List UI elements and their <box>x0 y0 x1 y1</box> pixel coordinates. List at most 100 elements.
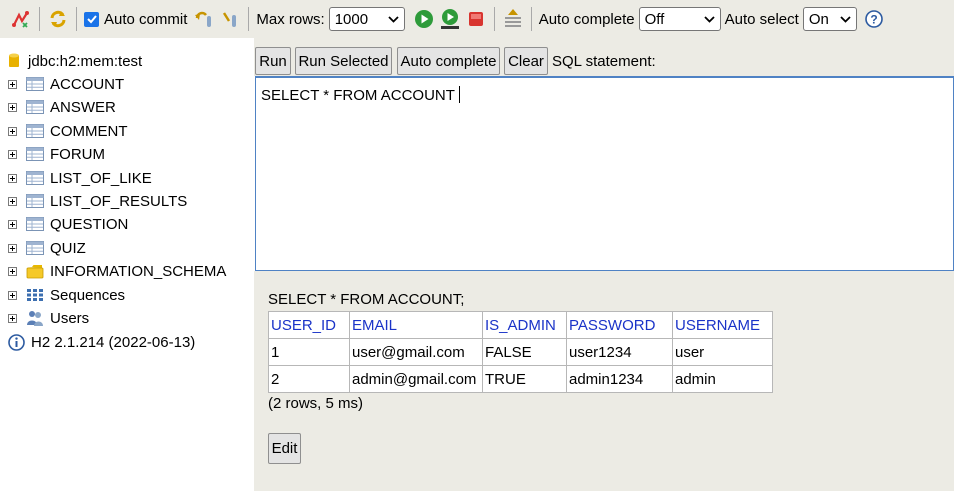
toolbar-separator <box>39 7 40 31</box>
tree-item-information-schema[interactable]: INFORMATION_SCHEMA <box>8 260 226 282</box>
clear-button[interactable]: Clear <box>504 47 548 75</box>
run-selected-button[interactable]: Run Selected <box>295 47 392 75</box>
expand-icon[interactable] <box>8 266 17 276</box>
users-icon <box>26 310 44 326</box>
auto-complete-value: Off <box>644 10 665 28</box>
tree-item-table[interactable]: FORUM <box>8 143 105 165</box>
result-query: SELECT * FROM ACCOUNT; <box>268 291 465 308</box>
max-rows-select[interactable]: 1000 <box>328 7 405 31</box>
table-icon <box>26 193 44 209</box>
max-rows-label: Max rows: <box>256 10 325 28</box>
sql-statement-label: SQL statement: <box>552 53 656 70</box>
table-cell: TRUE <box>482 365 567 393</box>
table-icon <box>26 76 44 92</box>
expand-icon[interactable] <box>8 102 17 112</box>
run-button[interactable]: Run <box>255 47 291 75</box>
column-header[interactable]: IS_ADMIN <box>482 311 567 339</box>
table-icon <box>26 170 44 186</box>
result-row-count: (2 rows, 5 ms) <box>268 395 364 412</box>
toolbar-separator <box>493 7 495 31</box>
auto-complete-button[interactable]: Auto complete <box>397 47 500 75</box>
expand-icon[interactable] <box>8 243 17 253</box>
tree-item-table[interactable]: ACCOUNT <box>8 73 124 95</box>
schema-tree: jdbc:h2:mem:test ACCOUNT ANSWER COMMENT FOR… <box>0 38 254 491</box>
toolbar: Auto commit Max rows: 1000 Auto complete… <box>0 0 954 38</box>
tree-label: Sequences <box>50 286 126 304</box>
table-cell: user@gmail.com <box>349 338 483 366</box>
tree-item-table[interactable]: ANSWER <box>8 96 116 118</box>
sql-editor-text: SELECT * FROM ACCOUNT <box>261 87 455 104</box>
tree-label: LIST_OF_LIKE <box>50 169 152 187</box>
tree-label: Users <box>50 309 90 327</box>
table-icon <box>26 99 44 115</box>
run-selected-icon[interactable] <box>439 8 461 30</box>
expand-icon[interactable] <box>8 219 17 229</box>
column-header[interactable]: EMAIL <box>349 311 483 339</box>
stop-icon[interactable] <box>465 8 487 30</box>
history-icon[interactable] <box>502 8 524 30</box>
edit-button[interactable]: Edit <box>268 433 301 464</box>
expand-icon[interactable] <box>8 196 17 206</box>
version-info: H2 2.1.214 (2022-06-13) <box>8 331 195 353</box>
tree-connection[interactable]: jdbc:h2:mem:test <box>8 50 142 72</box>
table-cell: admin <box>672 365 773 393</box>
tree-item-table[interactable]: LIST_OF_LIKE <box>8 167 152 189</box>
commit-icon[interactable] <box>219 8 241 30</box>
run-icon[interactable] <box>413 8 435 30</box>
chevron-down-icon <box>840 15 851 23</box>
max-rows-value: 1000 <box>334 10 369 28</box>
tree-label: ANSWER <box>50 98 116 116</box>
table-cell: admin1234 <box>566 365 673 393</box>
table-cell: FALSE <box>482 338 567 366</box>
table-cell: admin@gmail.com <box>349 365 483 393</box>
tree-label: ACCOUNT <box>50 75 125 93</box>
tree-item-table[interactable]: QUIZ <box>8 237 86 259</box>
tree-label: COMMENT <box>50 122 128 140</box>
table-row: 1 user@gmail.com FALSE user1234 user <box>268 338 773 366</box>
chevron-down-icon <box>703 15 715 23</box>
svg-text:?: ? <box>870 13 877 27</box>
rollback-icon[interactable] <box>193 8 215 30</box>
auto-complete-select[interactable]: Off <box>638 7 721 31</box>
table-icon <box>26 216 44 232</box>
column-header[interactable]: PASSWORD <box>566 311 673 339</box>
sequences-icon <box>26 287 44 303</box>
help-icon[interactable]: ? <box>863 8 885 30</box>
tree-item-table[interactable]: QUESTION <box>8 213 128 235</box>
expand-icon[interactable] <box>8 79 17 89</box>
text-caret <box>458 86 460 103</box>
tree-item-users[interactable]: Users <box>8 307 89 329</box>
refresh-icon[interactable] <box>47 8 69 30</box>
auto-select-value: On <box>808 10 829 28</box>
table-icon <box>26 146 44 162</box>
table-icon <box>26 240 44 256</box>
expand-icon[interactable] <box>8 126 17 136</box>
connection-label: jdbc:h2:mem:test <box>28 52 143 70</box>
expand-icon[interactable] <box>8 313 17 323</box>
sql-editor[interactable]: SELECT * FROM ACCOUNT <box>255 76 954 271</box>
database-icon <box>8 53 20 69</box>
auto-commit-checkbox[interactable] <box>84 11 99 27</box>
expand-icon[interactable] <box>8 290 17 300</box>
table-cell: user <box>672 338 773 366</box>
info-icon <box>8 333 25 351</box>
expand-icon[interactable] <box>8 173 17 183</box>
chevron-down-icon <box>388 15 399 23</box>
tree-label: QUESTION <box>50 215 129 233</box>
column-header[interactable]: USERNAME <box>672 311 773 339</box>
tree-item-table[interactable]: LIST_OF_RESULTS <box>8 190 187 212</box>
auto-select-label: Auto select <box>724 10 799 28</box>
tree-item-table[interactable]: COMMENT <box>8 120 128 142</box>
folder-icon <box>26 263 44 279</box>
tree-item-sequences[interactable]: Sequences <box>8 284 125 306</box>
sql-button-bar: Run Run Selected Auto complete Clear SQL… <box>254 38 954 76</box>
tree-label: QUIZ <box>50 239 86 257</box>
expand-icon[interactable] <box>8 149 17 159</box>
column-header[interactable]: USER_ID <box>268 311 350 339</box>
tree-label: LIST_OF_RESULTS <box>50 192 188 210</box>
result-table: USER_ID EMAIL IS_ADMIN PASSWORD USERNAME 1 us… <box>268 311 773 393</box>
toolbar-separator <box>76 7 77 31</box>
table-cell: user1234 <box>566 338 673 366</box>
auto-select-select[interactable]: On <box>802 7 857 31</box>
disconnect-icon[interactable] <box>10 8 32 30</box>
